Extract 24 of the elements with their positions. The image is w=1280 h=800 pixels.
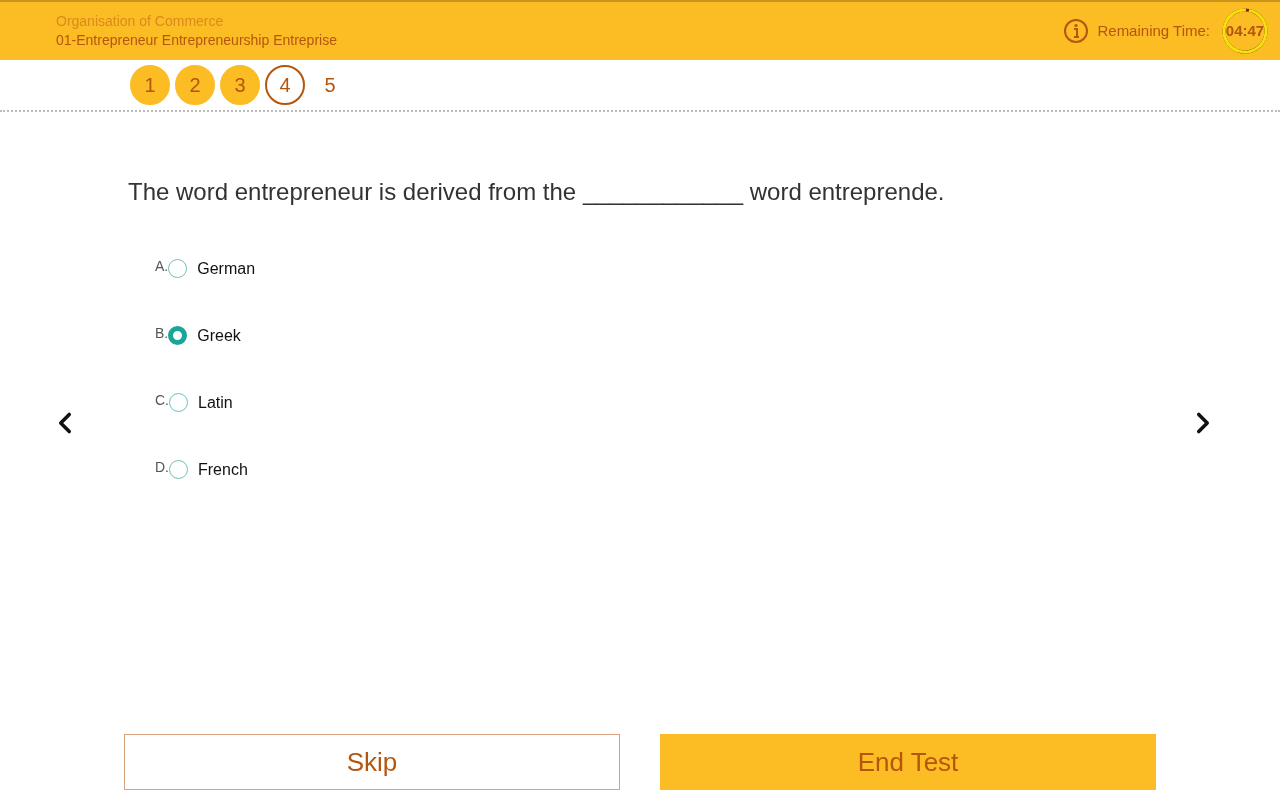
remaining-time-label: Remaining Time: xyxy=(1097,20,1210,41)
question-number[interactable]: 4 xyxy=(265,65,305,105)
skip-button[interactable]: Skip xyxy=(124,734,620,790)
question-number[interactable]: 3 xyxy=(220,65,260,105)
option-label[interactable]: Greek xyxy=(197,323,241,348)
option-label[interactable]: German xyxy=(197,256,256,281)
radio-button[interactable] xyxy=(169,393,188,412)
test-title: 01-Entrepreneur Entrepreneurship Entreprise xyxy=(56,31,338,50)
question-number[interactable]: 1 xyxy=(130,65,170,105)
radio-button[interactable] xyxy=(168,259,188,278)
end-test-button[interactable]: End Test xyxy=(660,734,1156,790)
option-letter: A. xyxy=(155,257,169,276)
option-letter: B. xyxy=(155,324,169,343)
option-letter: D. xyxy=(155,458,169,477)
timer-ring xyxy=(1220,6,1270,56)
option-label[interactable]: Latin xyxy=(198,390,233,415)
question-text: The word entrepreneur is derived from the ____________ word entreprende. xyxy=(128,177,946,207)
info-icon[interactable] xyxy=(1063,18,1090,44)
question-number[interactable]: 2 xyxy=(175,65,215,105)
option-label[interactable]: French xyxy=(198,457,248,482)
option-letter: C. xyxy=(155,391,169,410)
radio-button[interactable] xyxy=(168,326,188,345)
timer-value: 04:47 xyxy=(1225,20,1265,41)
radio-button[interactable] xyxy=(169,460,188,479)
